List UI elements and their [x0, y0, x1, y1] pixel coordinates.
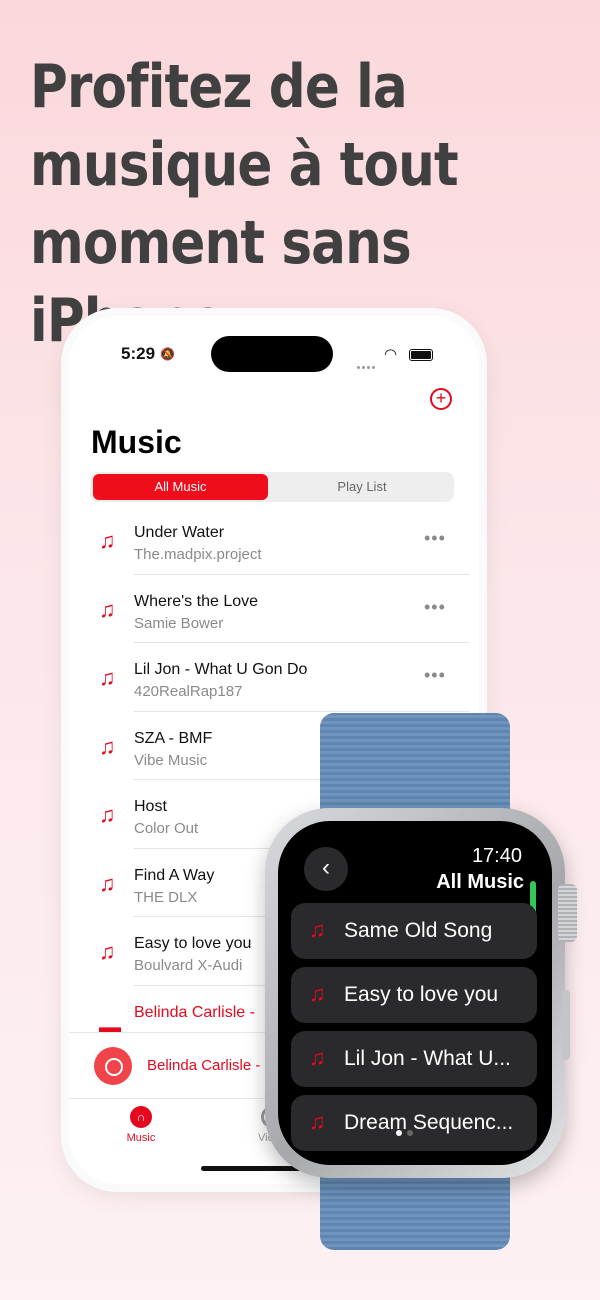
- side-button[interactable]: [562, 990, 570, 1060]
- music-note-icon: ♫: [99, 733, 116, 759]
- bell-slash-icon: 🔕: [160, 347, 175, 361]
- music-note-icon: ♫: [99, 528, 116, 553]
- page-title: Music: [91, 424, 182, 460]
- headline: Profitez de la musique à tout moment san…: [30, 52, 459, 356]
- watch-list-item[interactable]: ♫ Same Old Song: [291, 903, 537, 959]
- list-item[interactable]: ♫ Where's the Love Samie Bower •••: [69, 575, 479, 643]
- song-name: Where's the Love: [134, 592, 259, 610]
- music-note-icon: ♫: [309, 917, 326, 942]
- music-note-icon: ♫: [309, 1045, 326, 1070]
- chevron-left-icon[interactable]: ‹: [304, 847, 348, 891]
- song-name: SZA - BMF: [134, 729, 213, 747]
- tab-label: Music: [126, 1132, 156, 1144]
- add-circle-icon[interactable]: +: [430, 388, 452, 410]
- tab-music[interactable]: ∩ Music: [126, 1106, 156, 1144]
- more-icon[interactable]: •••: [424, 597, 446, 618]
- music-note-icon: ♫: [99, 870, 116, 896]
- song-name: Easy to love you: [134, 935, 252, 952]
- headphones-icon: ∩: [130, 1106, 152, 1128]
- page-indicator: [396, 1123, 418, 1141]
- music-note-icon: ♫: [309, 981, 326, 1006]
- watch-list-item[interactable]: ♫ Easy to love you: [291, 967, 537, 1023]
- song-name: Under Water: [134, 524, 225, 541]
- music-note-icon: ♫: [99, 939, 116, 964]
- music-note-icon: ♫: [99, 802, 116, 827]
- music-note-icon: ♫: [309, 1109, 326, 1134]
- watch-song-name: Dream Sequenc...: [344, 1111, 514, 1134]
- music-note-icon: ♫: [99, 665, 116, 690]
- watch-band-top: [320, 713, 510, 823]
- segment-play-list[interactable]: Play List: [272, 474, 452, 500]
- song-artist: 420RealRap187: [134, 683, 243, 700]
- digital-crown[interactable]: [558, 884, 577, 942]
- album-art: [94, 1047, 132, 1085]
- song-artist: Samie Bower: [134, 614, 224, 632]
- watch-song-name: Lil Jon - What U...: [344, 1047, 511, 1070]
- dynamic-island: [211, 336, 333, 372]
- watch-screen: ‹ 17:40 All Music ♫ Same Old Song ♫ Easy…: [278, 821, 552, 1165]
- more-icon[interactable]: •••: [424, 528, 446, 549]
- song-name: Belinda Carlisle -: [134, 1003, 255, 1021]
- segment-all-music[interactable]: All Music: [93, 474, 268, 500]
- song-artist: THE DLX: [134, 888, 198, 906]
- watch-song-name: Same Old Song: [344, 919, 493, 942]
- wifi-icon: ◠: [384, 346, 398, 363]
- watch-list-item[interactable]: ♫ Lil Jon - What U...: [291, 1031, 537, 1087]
- list-item[interactable]: ♫ Under Water The.madpix.project •••: [69, 506, 479, 575]
- battery-icon: [409, 349, 433, 361]
- more-icon[interactable]: •••: [424, 665, 446, 686]
- now-playing-title: Belinda Carlisle -: [147, 1057, 261, 1074]
- music-note-icon: ♫: [99, 596, 116, 622]
- segmented-control: All Music Play List: [90, 472, 454, 502]
- signal-icon: [357, 356, 379, 369]
- song-artist: The.madpix.project: [134, 546, 262, 563]
- song-name: Lil Jon - What U Gon Do: [134, 661, 308, 678]
- song-name: Find A Way: [134, 866, 215, 884]
- song-artist: Boulvard X-Audi: [134, 957, 243, 974]
- watch-song-name: Easy to love you: [344, 983, 499, 1006]
- song-artist: Vibe Music: [134, 751, 208, 769]
- list-item[interactable]: ♫ Lil Jon - What U Gon Do 420RealRap187 …: [69, 643, 479, 712]
- song-artist: Color Out: [134, 820, 199, 837]
- song-name: Host: [134, 798, 167, 815]
- status-time: 5:29: [121, 344, 156, 363]
- watch-time: 17:40: [471, 845, 522, 867]
- watch-title: All Music: [436, 871, 524, 893]
